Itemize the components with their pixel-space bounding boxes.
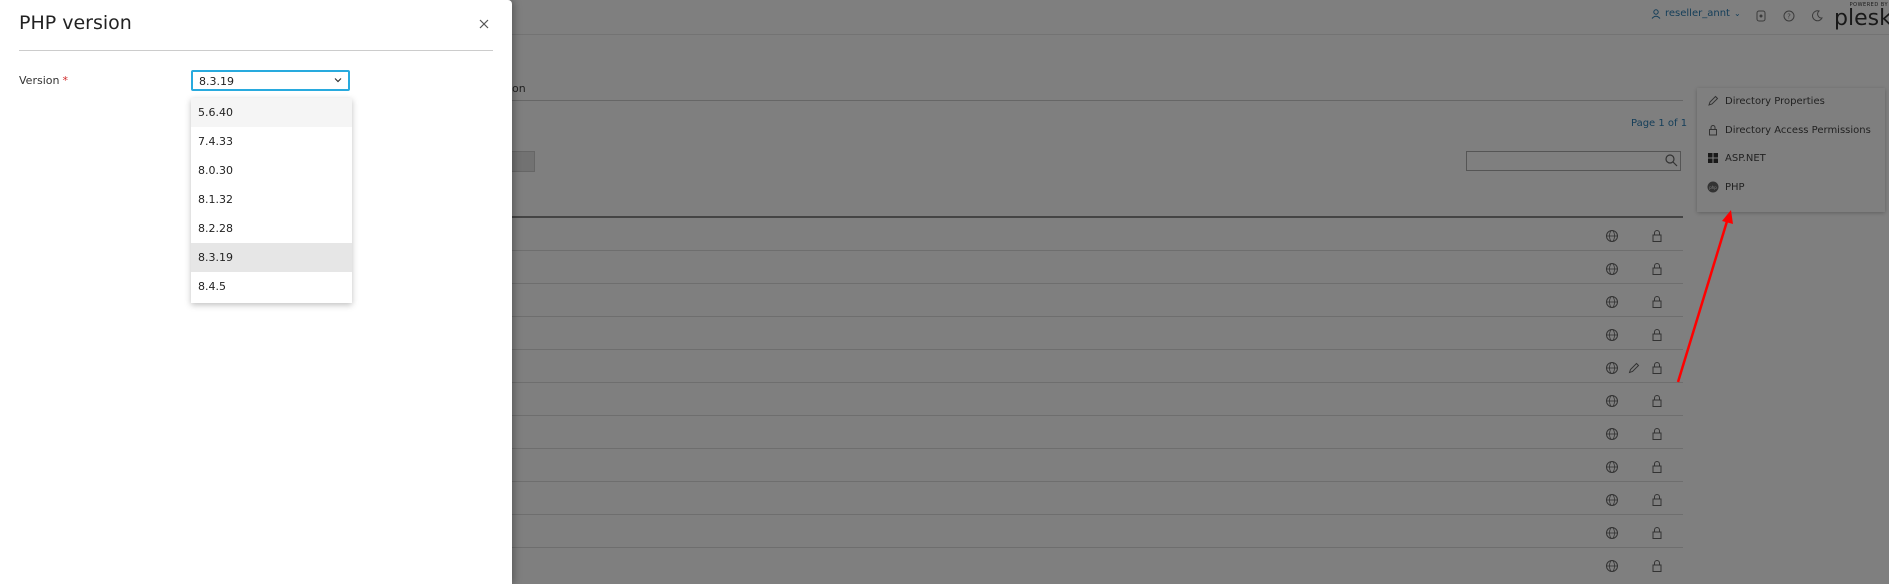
globe-icon[interactable]	[1605, 492, 1619, 506]
dialog-divider	[19, 50, 493, 51]
lock-icon[interactable]	[1650, 459, 1664, 473]
ctx-item-directory-access-permissions[interactable]: Directory Access Permissions	[1707, 124, 1871, 136]
version-select[interactable]: 8.3.19	[191, 70, 350, 91]
version-option[interactable]: 8.0.30	[191, 156, 352, 185]
globe-icon[interactable]	[1605, 327, 1619, 341]
version-dropdown-list: 5.6.40 7.4.33 8.0.30 8.1.32 8.2.28 8.3.19 8.4.…	[191, 98, 352, 303]
dialog-title: PHP version	[19, 12, 132, 34]
lock-icon[interactable]	[1650, 360, 1664, 374]
globe-icon[interactable]	[1605, 393, 1619, 407]
version-option[interactable]: 8.1.32	[191, 185, 352, 214]
required-mark: *	[62, 74, 68, 87]
lock-icon[interactable]	[1650, 294, 1664, 308]
search-input[interactable]	[1466, 151, 1681, 171]
chevron-down-icon	[334, 78, 342, 83]
theme-toggle-icon[interactable]	[1810, 9, 1824, 23]
php-version-dialog: PHP version Version * 8.3.19 5.6.40 7.4.33…	[0, 0, 512, 584]
globe-icon[interactable]	[1605, 525, 1619, 539]
help-icon[interactable]: ?	[1782, 9, 1796, 23]
globe-icon[interactable]	[1605, 558, 1619, 572]
version-option[interactable]: 5.6.40	[191, 98, 352, 127]
globe-icon[interactable]	[1605, 294, 1619, 308]
globe-icon[interactable]	[1605, 261, 1619, 275]
version-option[interactable]: 8.4.5	[191, 272, 352, 301]
globe-icon[interactable]	[1605, 426, 1619, 440]
windows-icon	[1707, 152, 1719, 164]
ctx-item-directory-properties[interactable]: Directory Properties	[1707, 95, 1825, 107]
user-name: reseller_annt	[1665, 8, 1730, 19]
php-icon: php	[1707, 181, 1719, 193]
ctx-item-aspnet[interactable]: ASP.NET	[1707, 152, 1766, 164]
chevron-down-icon: ⌄	[1733, 9, 1741, 18]
globe-icon[interactable]	[1605, 459, 1619, 473]
notifications-icon[interactable]	[1754, 9, 1768, 23]
close-button[interactable]	[476, 16, 492, 32]
lock-icon[interactable]	[1650, 525, 1664, 539]
globe-icon[interactable]	[1605, 360, 1619, 374]
close-icon	[479, 19, 489, 29]
svg-text:?: ?	[1787, 13, 1791, 21]
version-option[interactable]: 8.2.28	[191, 214, 352, 243]
version-field-label: Version *	[19, 74, 68, 87]
lock-icon[interactable]	[1650, 261, 1664, 275]
user-icon	[1651, 8, 1661, 19]
lock-icon[interactable]	[1650, 327, 1664, 341]
search-icon[interactable]	[1664, 153, 1678, 167]
plesk-logo: POWERED BY plesk	[1834, 2, 1889, 31]
version-option[interactable]: 7.4.33	[191, 127, 352, 156]
ctx-item-label: PHP	[1725, 181, 1745, 193]
lock-icon	[1707, 124, 1719, 136]
lock-icon[interactable]	[1650, 558, 1664, 572]
ctx-item-label: Directory Access Permissions	[1725, 124, 1871, 136]
pencil-icon[interactable]	[1627, 360, 1641, 374]
lock-icon[interactable]	[1650, 393, 1664, 407]
version-select-value: 8.3.19	[199, 75, 234, 88]
pencil-icon	[1707, 95, 1719, 107]
ctx-item-php[interactable]: php PHP	[1707, 181, 1745, 193]
ctx-item-label: ASP.NET	[1725, 152, 1766, 164]
svg-text:php: php	[1709, 185, 1717, 190]
lock-icon[interactable]	[1650, 426, 1664, 440]
annotation-arrow	[1676, 210, 1733, 383]
version-label-text: Version	[19, 74, 60, 87]
globe-icon[interactable]	[1605, 228, 1619, 242]
ctx-item-label: Directory Properties	[1725, 95, 1825, 107]
lock-icon[interactable]	[1650, 228, 1664, 242]
context-actions-panel: Directory Properties Directory Access Pe…	[1697, 88, 1885, 212]
pagination-info: Page 1 of 1	[1631, 118, 1688, 129]
user-menu[interactable]: reseller_annt ⌄	[1651, 8, 1741, 19]
version-option[interactable]: 8.3.19	[191, 243, 352, 272]
lock-icon[interactable]	[1650, 492, 1664, 506]
